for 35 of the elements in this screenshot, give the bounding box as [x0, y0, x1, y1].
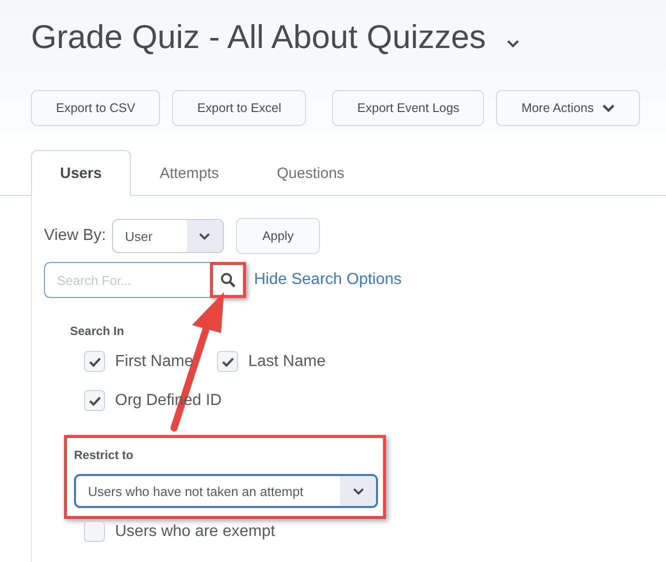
checkbox-option[interactable]: Users who are exempt [84, 521, 666, 542]
tab[interactable]: Attempts [130, 150, 248, 196]
checkbox[interactable] [217, 351, 238, 372]
view-by-select[interactable]: User [112, 219, 224, 253]
export-button[interactable]: Export to CSV [31, 90, 160, 126]
caret-icon [352, 488, 364, 494]
view-by-label: View By: [44, 227, 106, 245]
restrict-label: Restrict to [74, 448, 134, 462]
checkbox[interactable] [84, 521, 105, 542]
more-actions-button[interactable]: More Actions [496, 90, 640, 126]
checkbox-option[interactable]: Last Name [217, 351, 326, 372]
checkbox[interactable] [84, 351, 105, 372]
export-button[interactable]: Export Event Logs [332, 90, 484, 126]
chevron-down-icon[interactable] [506, 39, 520, 49]
apply-button[interactable]: Apply [236, 218, 320, 254]
checkbox-option[interactable]: First Name [84, 351, 194, 372]
chevron-down-icon [602, 104, 615, 112]
search-field[interactable]: Search For... [44, 262, 210, 298]
checkbox[interactable] [84, 390, 105, 411]
checkbox-label: Last Name [248, 352, 326, 370]
checkbox-label: Users who are exempt [115, 522, 276, 540]
tab[interactable]: Questions [248, 150, 374, 196]
search-icon [220, 272, 236, 288]
checkmark-icon [88, 396, 100, 406]
page-title: Grade Quiz - All About Quizzes [31, 18, 486, 56]
export-button[interactable]: Export to Excel [172, 90, 306, 126]
checkmark-icon [88, 356, 100, 366]
restrict-select[interactable]: Users who have not taken an attempt [74, 474, 378, 508]
hide-search-options-link[interactable]: Hide Search Options [254, 271, 402, 289]
search-in-label: Search In [70, 324, 124, 338]
checkbox-label: First Name [115, 352, 194, 370]
search-button[interactable] [210, 262, 246, 298]
caret-icon [199, 232, 210, 240]
checkmark-icon [222, 356, 234, 366]
tab[interactable]: Users [31, 150, 131, 196]
